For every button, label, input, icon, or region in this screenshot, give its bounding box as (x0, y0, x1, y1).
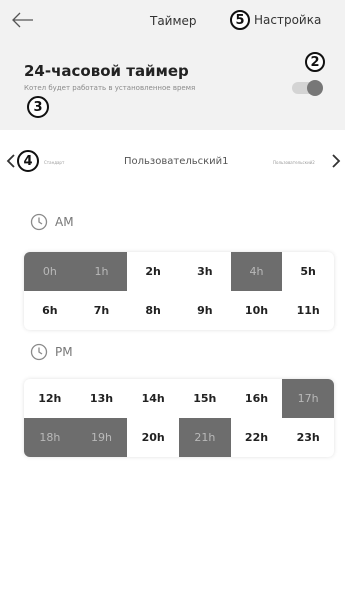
hour-cell[interactable]: 5h (282, 252, 334, 291)
toggle-knob (307, 80, 323, 96)
hour-cell[interactable]: 0h (24, 252, 76, 291)
hour-cell[interactable]: 17h (282, 379, 334, 418)
callout-marker-3: 3 (27, 96, 49, 118)
clock-icon (30, 213, 48, 231)
profile-selector: 4 Стандарт Пользовательский1 Пользовател… (0, 148, 345, 176)
hour-cell[interactable]: 15h (179, 379, 231, 418)
callout-marker-4: 4 (17, 150, 39, 172)
timer-title: 24-часовой таймер (24, 62, 189, 80)
hour-cell[interactable]: 21h (179, 418, 231, 457)
hour-cell[interactable]: 6h (24, 291, 76, 330)
hour-cell[interactable]: 2h (127, 252, 179, 291)
am-label: AM (55, 215, 74, 229)
chevron-right-icon[interactable] (331, 154, 341, 168)
callout-marker-2: 2 (305, 52, 325, 72)
chevron-left-icon[interactable] (6, 154, 16, 168)
hour-cell[interactable]: 11h (282, 291, 334, 330)
clock-icon (30, 343, 48, 361)
profile-tab-next[interactable]: Пользовательский2 (273, 160, 315, 165)
profile-tab-prev[interactable]: Стандарт (44, 160, 64, 165)
callout-marker-5: 5 (230, 10, 250, 30)
header-bar: Таймер 5 Настройка (0, 0, 345, 40)
page-title: Таймер (150, 14, 197, 28)
settings-label: Настройка (254, 13, 322, 27)
hour-cell[interactable]: 16h (231, 379, 283, 418)
hour-cell[interactable]: 13h (76, 379, 128, 418)
pm-label: PM (55, 345, 73, 359)
timer-toggle[interactable] (292, 80, 323, 96)
hour-cell[interactable]: 7h (76, 291, 128, 330)
arrow-left-icon[interactable] (12, 12, 34, 28)
hour-cell[interactable]: 22h (231, 418, 283, 457)
pm-hour-grid: 12h 13h 14h 15h 16h 17h 18h 19h 20h 21h 22h 23h (24, 379, 334, 457)
profile-tab-current[interactable]: Пользовательский1 (124, 156, 229, 167)
hour-cell[interactable]: 9h (179, 291, 231, 330)
pm-section-label: PM (30, 343, 73, 361)
hour-cell[interactable]: 23h (282, 418, 334, 457)
hour-cell[interactable]: 18h (24, 418, 76, 457)
am-hour-grid: 0h 1h 2h 3h 4h 5h 6h 7h 8h 9h 10h 11h (24, 252, 334, 330)
hour-cell[interactable]: 8h (127, 291, 179, 330)
hour-cell[interactable]: 14h (127, 379, 179, 418)
hour-cell[interactable]: 19h (75, 418, 128, 457)
hour-cell[interactable]: 4h (230, 252, 283, 291)
am-section-label: AM (30, 213, 74, 231)
hour-cell[interactable]: 12h (24, 379, 76, 418)
timer-panel: 2 24-часовой таймер Котел будет работать… (0, 40, 345, 130)
timer-description: Котел будет работать в установленное вре… (24, 84, 196, 92)
hour-cell[interactable]: 3h (179, 252, 231, 291)
hour-cell[interactable]: 20h (127, 418, 179, 457)
settings-button[interactable]: 5 Настройка (230, 10, 321, 30)
hour-cell[interactable]: 10h (231, 291, 283, 330)
hour-cell[interactable]: 1h (75, 252, 128, 291)
